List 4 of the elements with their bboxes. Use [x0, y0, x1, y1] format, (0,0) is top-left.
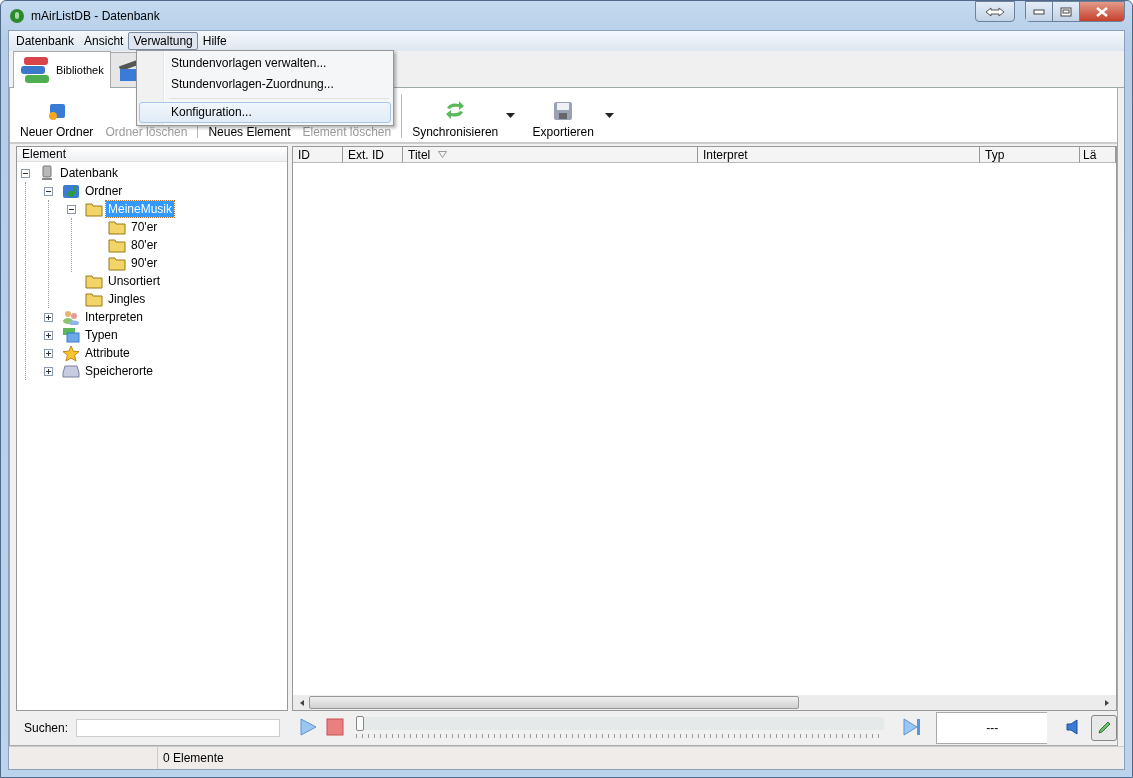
window-title: mAirListDB - Datenbank: [31, 8, 160, 23]
time-display: ---: [936, 712, 1048, 744]
search-label: Suchen:: [24, 721, 69, 735]
status-text: 0 Elemente: [162, 750, 224, 767]
